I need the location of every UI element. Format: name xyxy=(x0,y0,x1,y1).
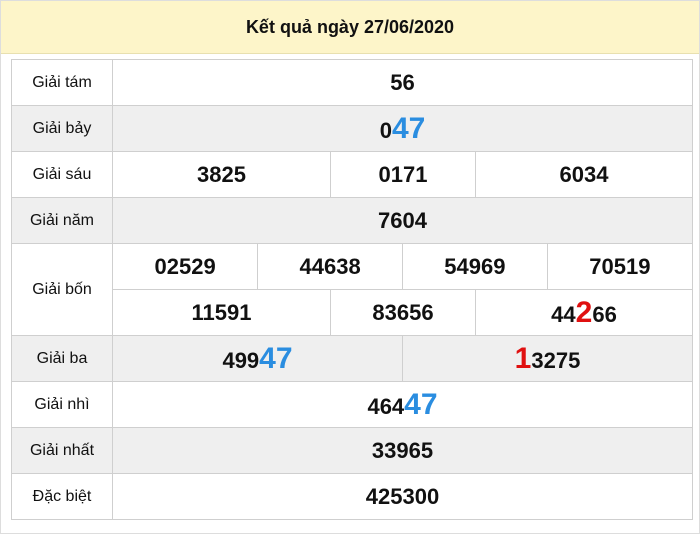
prize-label: Giải năm xyxy=(11,197,113,244)
prize-label: Giải bốn xyxy=(11,243,113,336)
prize-row-g2: Giải nhì 46447 xyxy=(11,381,693,428)
highlight-digits: 47 xyxy=(259,341,293,375)
prize-label: Đặc biệt xyxy=(11,473,113,520)
prize-value: 047 xyxy=(112,105,693,152)
prize-value: 6034 xyxy=(475,152,692,197)
prize-value: 44638 xyxy=(257,244,403,289)
number-prefix: 464 xyxy=(367,393,405,419)
prize-label: Giải bảy xyxy=(11,105,113,152)
highlight-digits: 47 xyxy=(404,387,438,421)
prize-value: 11591 xyxy=(191,299,252,325)
prize-value: 56 xyxy=(112,59,693,106)
prize-row-g5: Giải năm 7604 xyxy=(11,197,693,244)
prize-value: 0171 xyxy=(330,152,476,197)
prize-value: 49947 xyxy=(113,336,403,381)
prize-value: 46447 xyxy=(112,381,693,428)
prize-label: Giải ba xyxy=(11,335,113,382)
number-prefix: 0 xyxy=(379,117,392,143)
prize-value: 13275 xyxy=(402,336,692,381)
prize-value: 70519 xyxy=(546,244,692,289)
highlight-digits: 2 xyxy=(575,295,593,329)
prize-value: 3825 xyxy=(197,161,246,187)
number-prefix: 44 xyxy=(551,301,576,327)
number-suffix: 66 xyxy=(592,301,617,327)
prize-row-g4: Giải bốn 02529 44638 54969 70519 11591 8… xyxy=(11,243,693,336)
highlight-digits: 1 xyxy=(514,341,532,375)
prize-value: 7604 xyxy=(112,197,693,244)
prize-label: Giải nhất xyxy=(11,427,113,474)
number-prefix: 499 xyxy=(222,347,260,373)
prize-row-g8: Giải tám 56 xyxy=(11,59,693,106)
prize-row-g7: Giải bảy 047 xyxy=(11,105,693,152)
prize-row-special: Đặc biệt 425300 xyxy=(11,473,693,520)
prize-value: 425300 xyxy=(112,473,693,520)
results-panel: Kết quả ngày 27/06/2020 Giải tám 56 Giải… xyxy=(0,0,700,534)
highlight-digits: 47 xyxy=(391,111,426,145)
prize-value: 54969 xyxy=(402,244,548,289)
prize-label: Giải tám xyxy=(11,59,113,106)
prize-label: Giải sáu xyxy=(11,151,113,198)
prize-row-g3: Giải ba 49947 13275 xyxy=(11,335,693,382)
results-title: Kết quả ngày 27/06/2020 xyxy=(1,1,699,54)
prize-value: 02529 xyxy=(154,253,216,279)
prize-row-g6: Giải sáu 3825 0171 6034 xyxy=(11,151,693,198)
prize-label: Giải nhì xyxy=(11,381,113,428)
results-table: Giải tám 56 Giải bảy 047 Giải sáu 3825 0… xyxy=(11,59,693,520)
number-suffix: 3275 xyxy=(531,347,581,373)
prize-value: 44266 xyxy=(475,289,692,335)
prize-row-g1: Giải nhất 33965 xyxy=(11,427,693,474)
prize-value: 83656 xyxy=(330,289,476,335)
prize-value: 33965 xyxy=(112,427,693,474)
